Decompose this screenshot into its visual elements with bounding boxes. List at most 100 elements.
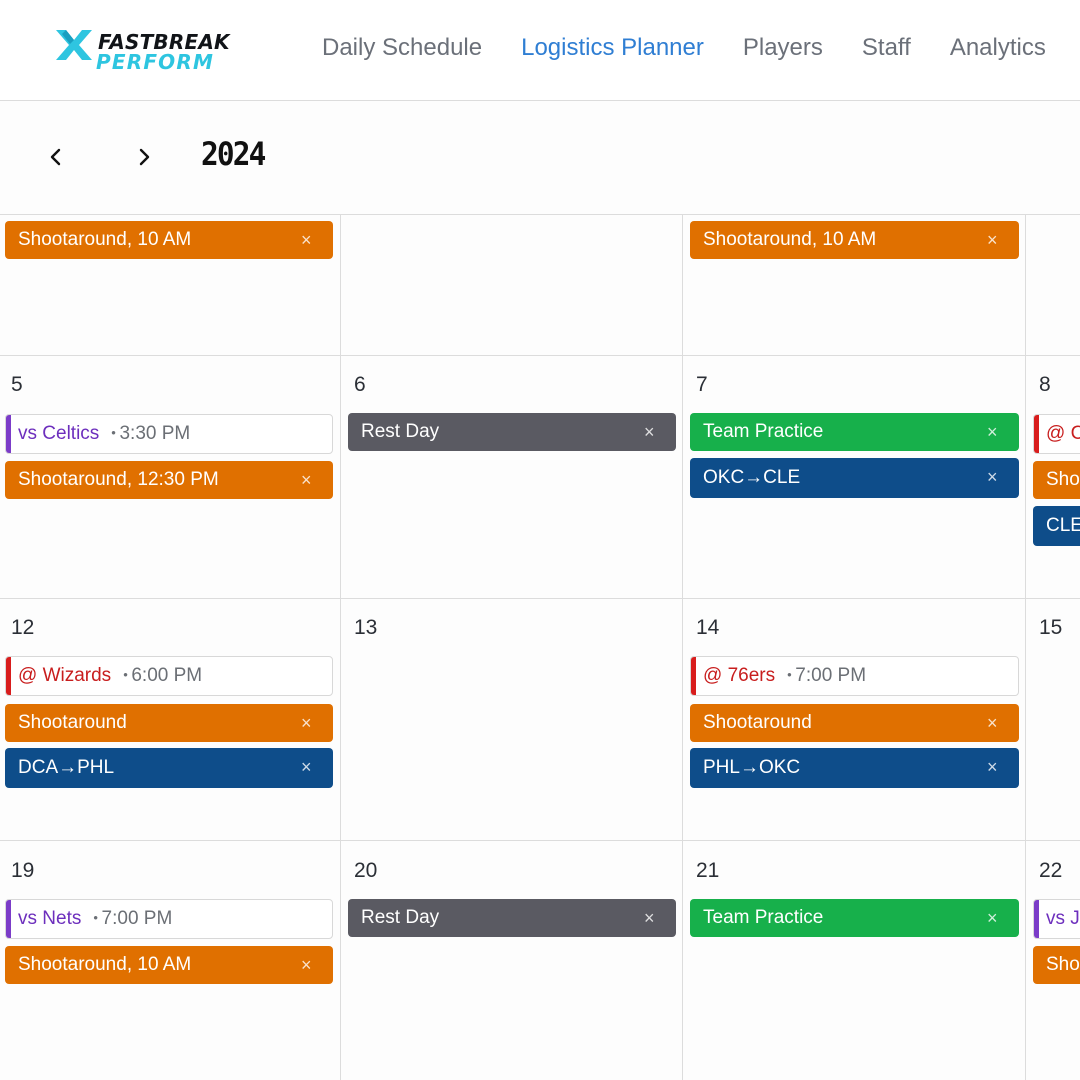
close-icon[interactable]: × — [987, 908, 1001, 928]
day-number: 20 — [354, 859, 378, 882]
event-label: Shootaround, 10 AM — [18, 954, 192, 975]
event-label: Sho — [1046, 469, 1080, 490]
event-shootaround[interactable]: Shootaround × — [690, 704, 1019, 742]
event-team-practice[interactable]: Team Practice × — [690, 413, 1019, 451]
event-label: OKC→CLE — [703, 467, 801, 488]
chevron-left-icon — [50, 148, 61, 166]
main-nav: Daily Schedule Logistics Planner Players… — [322, 34, 1080, 62]
event-label: Sho — [1046, 954, 1080, 975]
event-travel[interactable]: CLE — [1033, 506, 1080, 546]
nav-logistics-planner[interactable]: Logistics Planner — [521, 34, 704, 62]
close-icon[interactable]: × — [301, 713, 315, 733]
nav-staff[interactable]: Staff — [862, 34, 911, 62]
brand-name-bottom: PERFORM — [96, 50, 215, 74]
event-travel[interactable]: DCA→PHL × — [5, 748, 333, 788]
away-game-marker — [1034, 415, 1039, 453]
close-icon[interactable]: × — [987, 713, 1001, 733]
event-label: Shootaround, 10 AM — [18, 229, 192, 250]
nav-players[interactable]: Players — [743, 34, 823, 62]
day-number: 12 — [11, 616, 35, 639]
close-icon[interactable]: × — [987, 757, 1001, 777]
game-opponent: vs J — [1046, 908, 1080, 929]
calendar-toolbar: 2024 — [0, 101, 1080, 215]
day-number: 22 — [1039, 859, 1063, 882]
day-number: 8 — [1039, 373, 1051, 396]
event-team-practice[interactable]: Team Practice × — [690, 899, 1019, 937]
event-shootaround[interactable]: Shootaround × — [5, 704, 333, 742]
next-button[interactable] — [132, 145, 156, 169]
close-icon[interactable]: × — [644, 908, 658, 928]
top-navigation-bar: FASTBREAK PERFORM Daily Schedule Logisti… — [0, 0, 1080, 101]
away-game-marker — [6, 657, 11, 695]
event-label: DCA→PHL — [18, 757, 115, 778]
event-label: PHL→OKC — [703, 757, 801, 778]
game-event-home[interactable]: vs J — [1033, 899, 1080, 939]
event-shootaround[interactable]: Shootaround, 10 AM × — [5, 946, 333, 984]
day-number: 14 — [696, 616, 720, 639]
event-shootaround[interactable]: Shootaround, 10 AM × — [690, 221, 1019, 259]
game-opponent: @ C — [1046, 423, 1080, 444]
event-label: Shootaround — [18, 712, 127, 733]
nav-analytics[interactable]: Analytics — [950, 34, 1046, 62]
row-divider — [0, 355, 1080, 356]
close-icon[interactable]: × — [301, 757, 315, 777]
game-event-home[interactable]: vs Celtics 3:30 PM — [5, 414, 333, 454]
close-icon[interactable]: × — [987, 467, 1001, 487]
close-icon[interactable]: × — [301, 230, 315, 250]
event-label: Shootaround, 10 AM — [703, 229, 877, 250]
home-game-marker — [6, 900, 11, 938]
event-label: Shootaround — [703, 712, 812, 733]
event-label: Shootaround, 12:30 PM — [18, 469, 219, 490]
game-time: 7:00 PM — [787, 665, 866, 687]
event-travel[interactable]: OKC→CLE × — [690, 458, 1019, 498]
row-divider — [0, 840, 1080, 841]
day-number: 6 — [354, 373, 366, 396]
event-shootaround[interactable]: Shootaround, 12:30 PM × — [5, 461, 333, 499]
column-divider — [1025, 215, 1026, 1080]
game-event-away[interactable]: @ 76ers 7:00 PM — [690, 656, 1019, 696]
day-number: 7 — [696, 373, 708, 396]
event-label: Team Practice — [703, 907, 824, 928]
calendar-grid: Shootaround, 10 AM × Shootaround, 10 AM … — [0, 215, 1080, 1080]
chevron-right-icon — [139, 148, 150, 166]
event-label: CLE — [1046, 515, 1080, 536]
game-event-away[interactable]: @ C — [1033, 414, 1080, 454]
event-shootaround[interactable]: Shootaround, 10 AM × — [5, 221, 333, 259]
event-shootaround[interactable]: Sho — [1033, 461, 1080, 499]
game-opponent: @ Wizards — [18, 665, 112, 686]
game-opponent: vs Nets — [18, 908, 82, 929]
game-time: 7:00 PM — [93, 908, 173, 930]
nav-daily-schedule[interactable]: Daily Schedule — [322, 34, 482, 62]
event-shootaround[interactable]: Sho — [1033, 946, 1080, 984]
game-event-home[interactable]: vs Nets 7:00 PM — [5, 899, 333, 939]
game-opponent: vs Celtics — [18, 423, 100, 444]
day-number: 15 — [1039, 616, 1063, 639]
event-rest-day[interactable]: Rest Day × — [348, 413, 676, 451]
close-icon[interactable]: × — [644, 422, 658, 442]
day-number: 5 — [11, 373, 23, 396]
day-number: 13 — [354, 616, 378, 639]
year-label: 2024 — [201, 135, 266, 173]
event-label: Team Practice — [703, 421, 824, 442]
close-icon[interactable]: × — [987, 230, 1001, 250]
close-icon[interactable]: × — [301, 955, 315, 975]
brand-logo[interactable]: FASTBREAK PERFORM — [54, 26, 269, 76]
game-time: 3:30 PM — [111, 423, 190, 445]
close-icon[interactable]: × — [987, 422, 1001, 442]
away-game-marker — [691, 657, 696, 695]
game-time: 6:00 PM — [123, 665, 202, 687]
column-divider — [340, 215, 341, 1080]
previous-button[interactable] — [44, 145, 68, 169]
day-number: 19 — [11, 859, 35, 882]
game-opponent: @ 76ers — [703, 665, 776, 686]
event-label: Rest Day — [361, 421, 440, 442]
day-number: 21 — [696, 859, 720, 882]
row-divider — [0, 598, 1080, 599]
event-travel[interactable]: PHL→OKC × — [690, 748, 1019, 788]
close-icon[interactable]: × — [301, 470, 315, 490]
home-game-marker — [1034, 900, 1039, 938]
home-game-marker — [6, 415, 11, 453]
game-event-away[interactable]: @ Wizards 6:00 PM — [5, 656, 333, 696]
column-divider — [682, 215, 683, 1080]
event-rest-day[interactable]: Rest Day × — [348, 899, 676, 937]
